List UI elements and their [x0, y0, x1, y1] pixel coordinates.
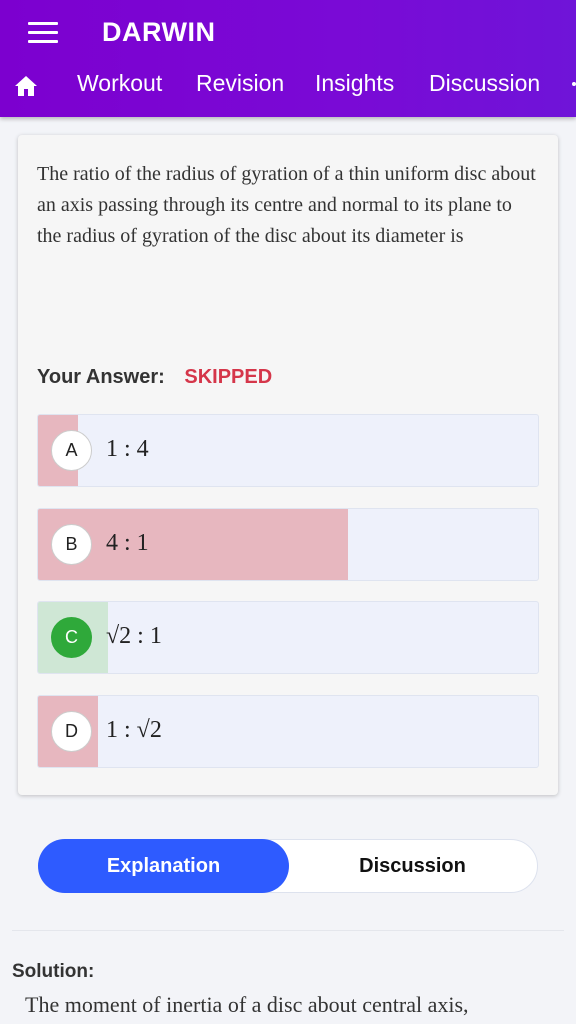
question-card: The ratio of the radius of gyration of a…	[18, 135, 558, 795]
hamburger-menu-icon[interactable]	[28, 22, 58, 44]
tab-overflow-indicator	[572, 82, 576, 86]
option-d[interactable]: D 1 : √2	[37, 695, 539, 768]
home-icon[interactable]	[14, 75, 38, 97]
tab-revision[interactable]: Revision	[196, 70, 284, 97]
option-b[interactable]: B 4 : 1	[37, 508, 539, 581]
your-answer-label: Your Answer:	[37, 366, 165, 388]
your-answer-status: SKIPPED	[184, 366, 273, 388]
section-divider	[12, 930, 564, 931]
option-text: 1 : √2	[106, 717, 162, 743]
explanation-discussion-toggle: Explanation Discussion	[38, 839, 538, 893]
solution-text: The moment of inertia of a disc about ce…	[25, 992, 469, 1017]
option-a[interactable]: A 1 : 4	[37, 414, 539, 487]
solution-heading: Solution:	[12, 961, 95, 982]
option-text: √2 : 1	[106, 623, 162, 649]
tab-insights[interactable]: Insights	[315, 70, 394, 97]
option-text: 4 : 1	[106, 530, 149, 556]
discussion-tab-button[interactable]: Discussion	[287, 839, 538, 893]
option-c[interactable]: C √2 : 1	[37, 601, 539, 674]
option-letter-badge: C	[51, 617, 92, 658]
option-text: 1 : 4	[106, 436, 149, 462]
option-letter-badge: A	[51, 430, 92, 471]
option-letter-badge: B	[51, 524, 92, 565]
tab-discussion[interactable]: Discussion	[429, 70, 540, 97]
explanation-tab-button[interactable]: Explanation	[38, 839, 289, 893]
your-answer-row: Your Answer: SKIPPED	[37, 366, 272, 389]
app-header: DARWIN Workout Revision Insights Discuss…	[0, 0, 576, 117]
app-title: DARWIN	[102, 17, 216, 47]
tab-workout[interactable]: Workout	[77, 70, 162, 97]
option-letter-badge: D	[51, 711, 92, 752]
question-text: The ratio of the radius of gyration of a…	[37, 163, 536, 247]
